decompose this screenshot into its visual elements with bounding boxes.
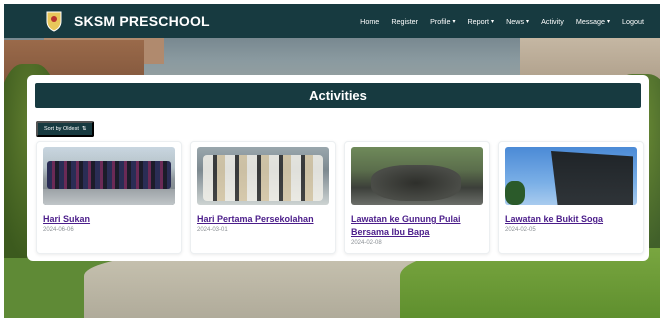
- activity-image[interactable]: [43, 147, 175, 205]
- sort-button[interactable]: Sort by Oldest ⇅: [36, 121, 95, 137]
- image-detail: [505, 181, 525, 205]
- nav-item-register[interactable]: Register: [385, 17, 424, 26]
- nav-item-report[interactable]: Report ▾: [461, 17, 500, 26]
- sort-label: Sort by Oldest: [44, 126, 79, 132]
- nav-item-label: Register: [391, 16, 419, 26]
- brand-name: SKSM PRESCHOOL: [74, 13, 210, 29]
- nav-item-profile[interactable]: Profile ▾: [424, 17, 461, 26]
- image-detail: [43, 189, 175, 205]
- nav-item-home[interactable]: Home: [354, 17, 385, 26]
- crest-icon: [44, 10, 64, 32]
- activity-date: 2024-02-05: [505, 227, 536, 233]
- activity-date: 2024-02-08: [351, 240, 382, 246]
- chevron-down-icon: ▾: [452, 18, 456, 25]
- chevron-down-icon: ▾: [526, 18, 530, 25]
- nav-item-label: Home: [360, 16, 380, 26]
- page-title-bar: Activities: [35, 83, 641, 108]
- sort-icon: ⇅: [81, 126, 87, 132]
- nav-item-label: News: [506, 16, 525, 26]
- nav-item-news[interactable]: News ▾: [500, 17, 535, 26]
- nav-item-label: Activity: [541, 16, 564, 26]
- chevron-down-icon: ▾: [607, 18, 611, 25]
- activity-title-link[interactable]: Hari Pertama Persekolahan: [197, 213, 329, 226]
- navbar: SKSM PRESCHOOL Home Register Profile ▾ Re…: [4, 4, 660, 38]
- image-detail: [203, 155, 323, 201]
- nav-item-label: Profile: [430, 16, 451, 26]
- brand[interactable]: SKSM PRESCHOOL: [44, 10, 210, 32]
- activity-card[interactable]: Hari Sukan 2024-06-06: [36, 141, 182, 254]
- activity-date: 2024-03-01: [197, 227, 228, 233]
- image-detail: [551, 151, 633, 205]
- nav-menu: Home Register Profile ▾ Report ▾ News ▾ Act…: [354, 17, 650, 26]
- activity-card[interactable]: Hari Pertama Persekolahan 2024-03-01: [190, 141, 336, 254]
- activity-image[interactable]: [351, 147, 483, 205]
- nav-item-message[interactable]: Message ▾: [570, 17, 616, 26]
- activity-title-link[interactable]: Lawatan ke Bukit Soga: [505, 213, 637, 226]
- activity-title-link[interactable]: Hari Sukan: [43, 213, 175, 226]
- activity-image[interactable]: [505, 147, 637, 205]
- nav-item-label: Report: [467, 16, 490, 26]
- nav-item-activity[interactable]: Activity: [535, 17, 570, 26]
- activity-date: 2024-06-06: [43, 227, 74, 233]
- image-detail: [47, 161, 171, 189]
- activity-title-link[interactable]: Lawatan ke Gunung Pulai Bersama Ibu Bapa: [351, 213, 483, 239]
- activity-list: Hari Sukan 2024-06-06 Hari Pertama Perse…: [36, 141, 644, 254]
- activity-card[interactable]: Lawatan ke Gunung Pulai Bersama Ibu Bapa…: [344, 141, 490, 254]
- activity-card[interactable]: Lawatan ke Bukit Soga 2024-02-05: [498, 141, 644, 254]
- app-frame: SKSM PRESCHOOL Home Register Profile ▾ Re…: [4, 4, 660, 318]
- chevron-down-icon: ▾: [491, 18, 495, 25]
- activities-panel: Activities Sort by Oldest ⇅ Hari Sukan 2…: [27, 75, 649, 261]
- nav-item-logout[interactable]: Logout: [616, 17, 650, 26]
- page-title: Activities: [309, 88, 367, 103]
- image-detail: [371, 165, 461, 201]
- activity-image[interactable]: [197, 147, 329, 205]
- nav-item-label: Message: [575, 16, 605, 26]
- nav-item-label: Logout: [622, 16, 644, 26]
